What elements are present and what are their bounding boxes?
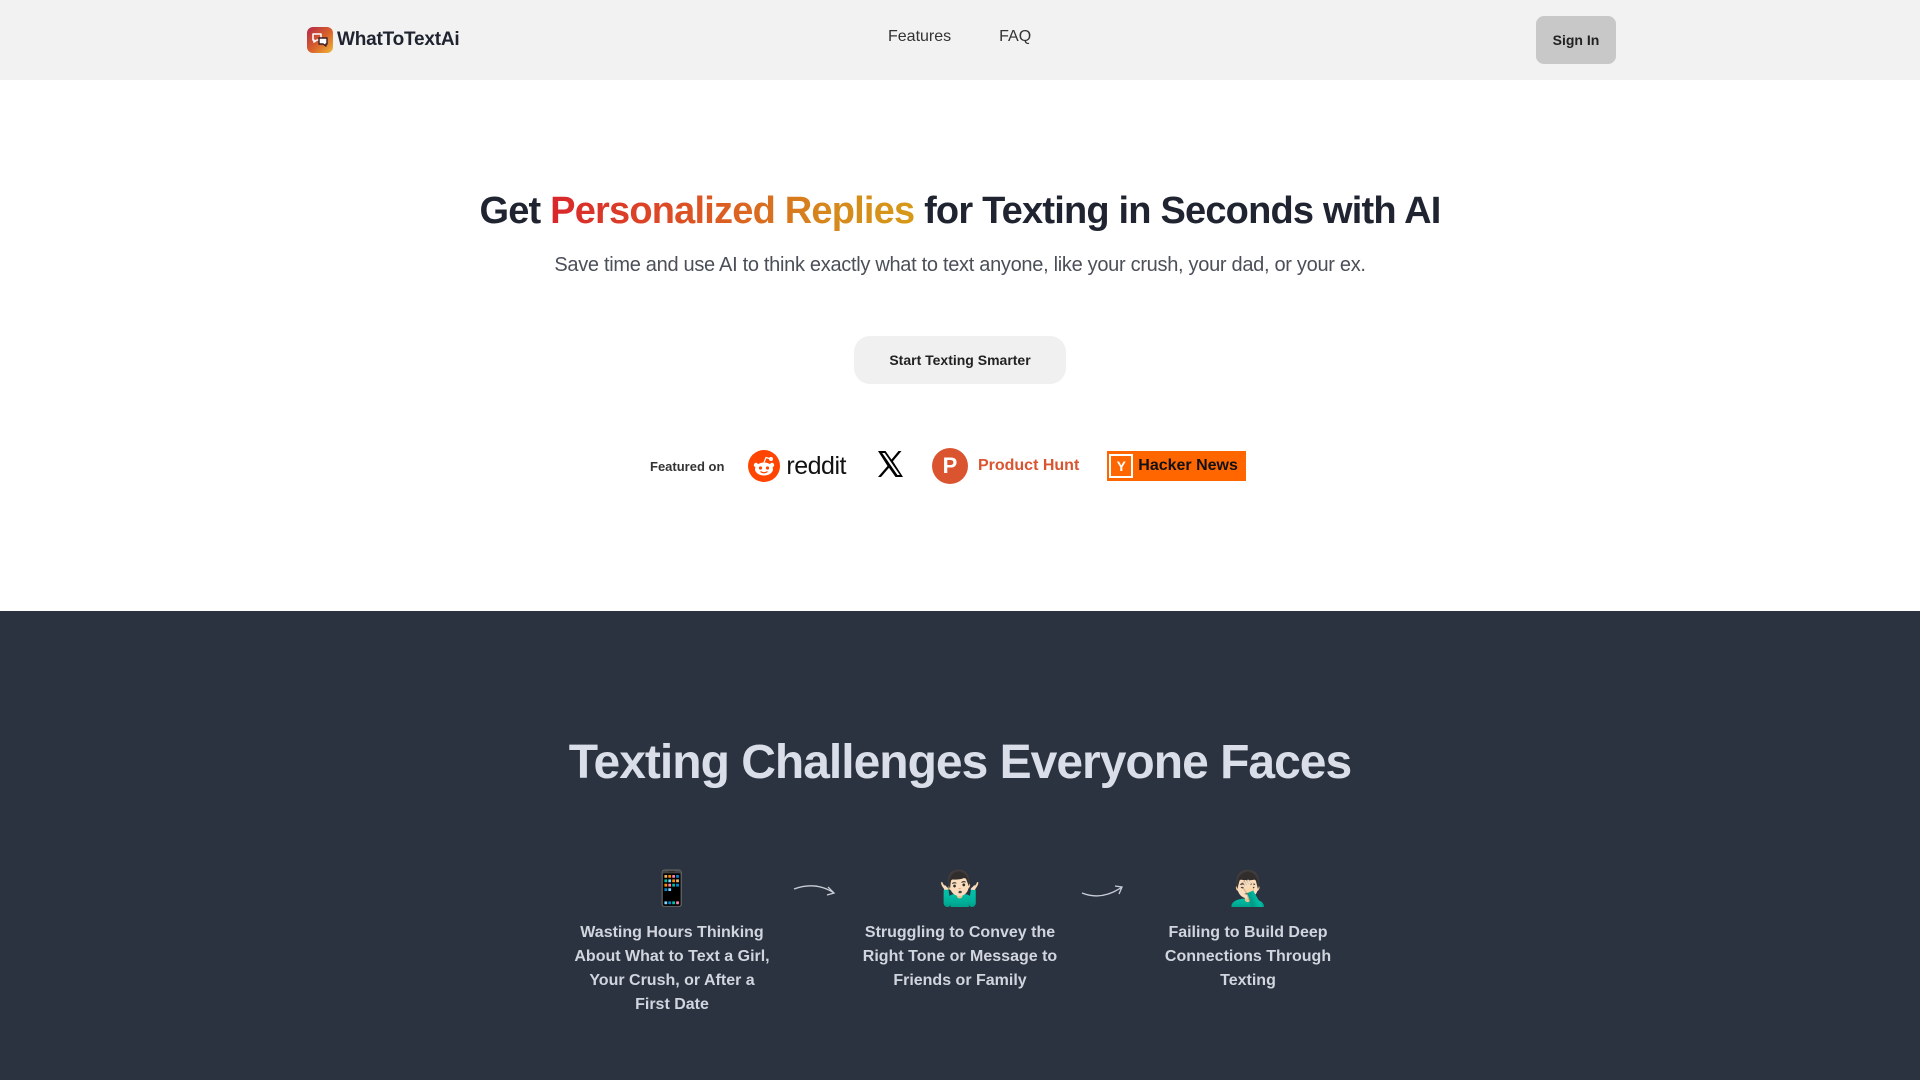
hacker-news-link[interactable]: Y Hacker News [1107, 451, 1246, 481]
hero-subtitle: Save time and use AI to think exactly wh… [554, 254, 1366, 276]
nav-link-faq[interactable]: FAQ [999, 28, 1031, 46]
featured-label: Featured on [650, 458, 725, 474]
challenge-item: 📱 Wasting Hours Thinking About What to T… [572, 867, 772, 1017]
brand-link[interactable]: WhatToTextAi [307, 27, 460, 53]
challenge-text: Wasting Hours Thinking About What to Tex… [574, 924, 770, 1013]
arrow-right-icon [793, 885, 836, 896]
chat-bubbles-icon [307, 27, 333, 53]
hero-title: Get Personalized Replies for Texting in … [0, 190, 1920, 233]
challenge-text: Failing to Build Deep Connections Throug… [1164, 924, 1332, 989]
reddit-link[interactable]: reddit [748, 450, 846, 482]
hero-title-prefix: Get [479, 190, 551, 232]
start-texting-button[interactable]: Start Texting Smarter [854, 336, 1066, 384]
challenges-title: Texting Challenges Everyone Faces [568, 736, 1352, 789]
reddit-wordmark: reddit [786, 451, 846, 480]
challenge-text: Struggling to Convey the Right Tone or M… [862, 924, 1058, 989]
shrug-icon: 🤷🏻‍♂️ [938, 870, 982, 908]
challenges-section: Texting Challenges Everyone Faces 📱 Wast… [0, 611, 1920, 1080]
challenge-item: 🤷🏻‍♂️ Struggling to Convey the Right Ton… [860, 867, 1060, 993]
nav-links: Features FAQ [888, 28, 1031, 46]
x-link[interactable] [874, 448, 932, 485]
hero-title-highlight: Personalized Replies [550, 190, 915, 232]
x-icon [877, 450, 903, 477]
sign-in-button[interactable]: Sign In [1536, 16, 1616, 64]
product-hunt-link[interactable]: P Product Hunt [931, 448, 1080, 484]
featured-on-bar: Featured on reddit P Product Hunt Y Hack… [650, 448, 1246, 484]
brand-name: WhatToTextAi [337, 29, 460, 50]
nav-link-features[interactable]: Features [888, 28, 951, 46]
facepalm-icon: 🤦🏻‍♂️ [1226, 870, 1270, 908]
product-hunt-icon: P [931, 448, 968, 484]
product-hunt-wordmark: Product Hunt [977, 457, 1080, 474]
mobile-phone-icon: 📱 [650, 870, 694, 908]
hacker-news-icon: Y [1109, 454, 1134, 478]
hacker-news-wordmark: Hacker News [1138, 457, 1238, 474]
challenge-item: 🤦🏻‍♂️ Failing to Build Deep Connections … [1148, 867, 1348, 993]
navbar: WhatToTextAi Features FAQ Sign In [0, 0, 1920, 80]
arrow-right-icon [1081, 885, 1123, 897]
hero-title-suffix: for Texting in Seconds with AI [914, 190, 1441, 232]
reddit-icon [748, 450, 781, 482]
